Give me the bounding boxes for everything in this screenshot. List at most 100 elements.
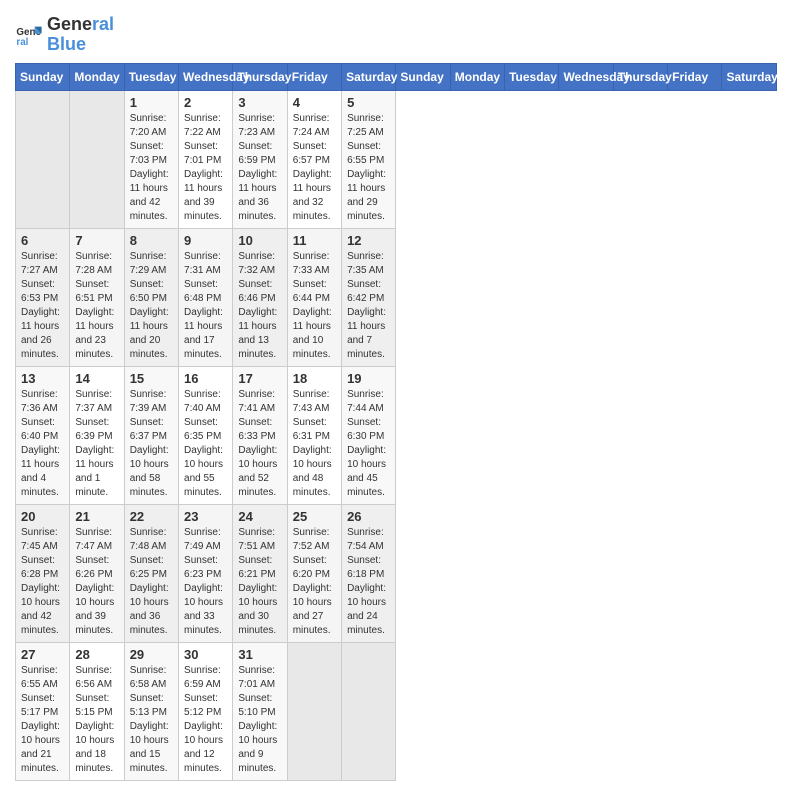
day-number: 19 <box>347 371 390 386</box>
calendar-cell: 7 Sunrise: 7:28 AM Sunset: 6:51 PM Daylig… <box>70 228 124 366</box>
day-number: 8 <box>130 233 173 248</box>
day-number: 6 <box>21 233 64 248</box>
day-info: Sunrise: 6:58 AM Sunset: 5:13 PM Dayligh… <box>130 664 173 776</box>
day-number: 30 <box>184 647 227 662</box>
day-number: 18 <box>293 371 336 386</box>
day-number: 10 <box>238 233 281 248</box>
calendar-cell: 25Sunrise: 7:52 AM Sunset: 6:20 PM Dayli… <box>287 504 341 642</box>
day-info: Sunrise: 7:24 AM Sunset: 6:57 PM Dayligh… <box>293 112 336 224</box>
day-number: 5 <box>347 95 390 110</box>
day-number: 23 <box>184 509 227 524</box>
day-number: 11 <box>293 233 336 248</box>
day-number: 1 <box>130 95 173 110</box>
day-info: Sunrise: 7:31 AM Sunset: 6:48 PM Dayligh… <box>184 250 227 362</box>
week-row-5: 27Sunrise: 6:55 AM Sunset: 5:17 PM Dayli… <box>16 642 777 780</box>
calendar-cell <box>70 90 124 228</box>
day-number: 29 <box>130 647 173 662</box>
day-info: Sunrise: 7:23 AM Sunset: 6:59 PM Dayligh… <box>238 112 281 224</box>
day-info: Sunrise: 7:25 AM Sunset: 6:55 PM Dayligh… <box>347 112 390 224</box>
day-info: Sunrise: 7:39 AM Sunset: 6:37 PM Dayligh… <box>130 388 173 500</box>
calendar-cell: 13 Sunrise: 7:36 AM Sunset: 6:40 PM Dayli… <box>16 366 70 504</box>
logo-text: GeneralBlue <box>47 15 114 55</box>
calendar-cell: 23 Sunrise: 7:49 AM Sunset: 6:23 PM Dayli… <box>179 504 233 642</box>
day-header-saturday: Saturday <box>342 63 396 90</box>
day-number: 28 <box>75 647 118 662</box>
calendar-cell: 22Sunrise: 7:48 AM Sunset: 6:25 PM Dayli… <box>124 504 178 642</box>
day-info: Sunrise: 7:32 AM Sunset: 6:46 PM Dayligh… <box>238 250 281 362</box>
calendar-cell: 9Sunrise: 7:31 AM Sunset: 6:48 PM Daylig… <box>179 228 233 366</box>
calendar-cell: 24Sunrise: 7:51 AM Sunset: 6:21 PM Dayli… <box>233 504 287 642</box>
day-number: 17 <box>238 371 281 386</box>
logo: Gene ral GeneralBlue <box>15 15 114 55</box>
day-info: Sunrise: 7:27 AM Sunset: 6:53 PM Dayligh… <box>21 250 64 362</box>
calendar-cell: 3 Sunrise: 7:23 AM Sunset: 6:59 PM Daylig… <box>233 90 287 228</box>
day-number: 26 <box>347 509 390 524</box>
day-number: 24 <box>238 509 281 524</box>
day-info: Sunrise: 7:40 AM Sunset: 6:35 PM Dayligh… <box>184 388 227 500</box>
day-number: 7 <box>75 233 118 248</box>
day-info: Sunrise: 7:37 AM Sunset: 6:39 PM Dayligh… <box>75 388 118 500</box>
day-number: 13 <box>21 371 64 386</box>
day-info: Sunrise: 7:29 AM Sunset: 6:50 PM Dayligh… <box>130 250 173 362</box>
week-row-4: 20Sunrise: 7:45 AM Sunset: 6:28 PM Dayli… <box>16 504 777 642</box>
week-row-1: 1Sunrise: 7:20 AM Sunset: 7:03 PM Daylig… <box>16 90 777 228</box>
day-number: 31 <box>238 647 281 662</box>
day-header: Sunday <box>396 63 450 90</box>
header-row: SundayMondayTuesdayWednesdayThursdayFrid… <box>16 63 777 90</box>
calendar-cell: 29 Sunrise: 6:58 AM Sunset: 5:13 PM Dayli… <box>124 642 178 780</box>
calendar-cell: 10 Sunrise: 7:32 AM Sunset: 6:46 PM Dayli… <box>233 228 287 366</box>
day-number: 27 <box>21 647 64 662</box>
day-number: 21 <box>75 509 118 524</box>
calendar-cell: 4 Sunrise: 7:24 AM Sunset: 6:57 PM Daylig… <box>287 90 341 228</box>
calendar-cell: 30 Sunrise: 6:59 AM Sunset: 5:12 PM Dayli… <box>179 642 233 780</box>
day-number: 3 <box>238 95 281 110</box>
day-header: Wednesday <box>559 63 613 90</box>
calendar-cell: 28Sunrise: 6:56 AM Sunset: 5:15 PM Dayli… <box>70 642 124 780</box>
day-info: Sunrise: 7:35 AM Sunset: 6:42 PM Dayligh… <box>347 250 390 362</box>
page-header: Gene ral GeneralBlue <box>15 15 777 55</box>
day-info: Sunrise: 7:36 AM Sunset: 6:40 PM Dayligh… <box>21 388 64 500</box>
calendar-cell <box>16 90 70 228</box>
calendar-cell: 27Sunrise: 6:55 AM Sunset: 5:17 PM Dayli… <box>16 642 70 780</box>
day-info: Sunrise: 7:43 AM Sunset: 6:31 PM Dayligh… <box>293 388 336 500</box>
day-number: 22 <box>130 509 173 524</box>
day-header: Monday <box>450 63 504 90</box>
day-info: Sunrise: 7:41 AM Sunset: 6:33 PM Dayligh… <box>238 388 281 500</box>
calendar-cell: 31Sunrise: 7:01 AM Sunset: 5:10 PM Dayli… <box>233 642 287 780</box>
logo-icon: Gene ral <box>15 21 43 49</box>
calendar-cell: 16 Sunrise: 7:40 AM Sunset: 6:35 PM Dayli… <box>179 366 233 504</box>
day-info: Sunrise: 7:54 AM Sunset: 6:18 PM Dayligh… <box>347 526 390 638</box>
day-header-thursday: Thursday <box>233 63 287 90</box>
day-info: Sunrise: 7:28 AM Sunset: 6:51 PM Dayligh… <box>75 250 118 362</box>
day-header: Friday <box>668 63 722 90</box>
day-info: Sunrise: 7:49 AM Sunset: 6:23 PM Dayligh… <box>184 526 227 638</box>
day-number: 4 <box>293 95 336 110</box>
calendar-cell: 11 Sunrise: 7:33 AM Sunset: 6:44 PM Dayli… <box>287 228 341 366</box>
day-header-monday: Monday <box>70 63 124 90</box>
day-info: Sunrise: 7:33 AM Sunset: 6:44 PM Dayligh… <box>293 250 336 362</box>
calendar-cell: 14 Sunrise: 7:37 AM Sunset: 6:39 PM Dayli… <box>70 366 124 504</box>
day-header-sunday: Sunday <box>16 63 70 90</box>
day-number: 14 <box>75 371 118 386</box>
calendar-cell: 6 Sunrise: 7:27 AM Sunset: 6:53 PM Daylig… <box>16 228 70 366</box>
day-header-friday: Friday <box>287 63 341 90</box>
day-info: Sunrise: 7:52 AM Sunset: 6:20 PM Dayligh… <box>293 526 336 638</box>
calendar-cell: 15Sunrise: 7:39 AM Sunset: 6:37 PM Dayli… <box>124 366 178 504</box>
day-info: Sunrise: 6:59 AM Sunset: 5:12 PM Dayligh… <box>184 664 227 776</box>
day-info: Sunrise: 7:44 AM Sunset: 6:30 PM Dayligh… <box>347 388 390 500</box>
day-header-wednesday: Wednesday <box>179 63 233 90</box>
week-row-2: 6 Sunrise: 7:27 AM Sunset: 6:53 PM Daylig… <box>16 228 777 366</box>
week-row-3: 13 Sunrise: 7:36 AM Sunset: 6:40 PM Dayli… <box>16 366 777 504</box>
day-info: Sunrise: 7:22 AM Sunset: 7:01 PM Dayligh… <box>184 112 227 224</box>
calendar-cell: 2 Sunrise: 7:22 AM Sunset: 7:01 PM Daylig… <box>179 90 233 228</box>
day-header: Saturday <box>722 63 777 90</box>
calendar-table: SundayMondayTuesdayWednesdayThursdayFrid… <box>15 63 777 781</box>
day-header: Tuesday <box>505 63 559 90</box>
calendar-cell: 26 Sunrise: 7:54 AM Sunset: 6:18 PM Dayli… <box>342 504 396 642</box>
day-number: 16 <box>184 371 227 386</box>
calendar-cell: 12Sunrise: 7:35 AM Sunset: 6:42 PM Dayli… <box>342 228 396 366</box>
calendar-cell: 19 Sunrise: 7:44 AM Sunset: 6:30 PM Dayli… <box>342 366 396 504</box>
svg-text:ral: ral <box>16 37 28 48</box>
day-header: Thursday <box>613 63 667 90</box>
day-number: 2 <box>184 95 227 110</box>
